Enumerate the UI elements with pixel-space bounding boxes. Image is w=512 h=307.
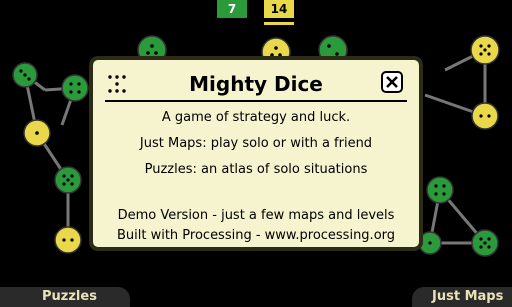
dialog-line: Puzzles: an atlas of solo situations [144,162,368,177]
dialog-line: Demo Version - just a few maps and level… [117,208,395,223]
close-button[interactable] [381,71,403,93]
close-icon [386,76,398,88]
puzzles-tab[interactable]: Puzzles [0,287,130,307]
yellow-turn-indicator [264,22,294,25]
green-score: 7 [217,0,247,18]
just-maps-tab[interactable]: Just Maps [412,287,512,307]
dialog-line: Built with Processing - www.processing.o… [116,228,396,243]
title-divider [105,100,407,102]
about-dialog: Mighty Dice A game of strategy and luck.… [89,56,423,251]
dialog-line: Just Maps: play solo or with a friend [139,136,373,151]
dialog-line: A game of strategy and luck. [161,110,351,125]
dialog-title: Mighty Dice [189,72,323,96]
yellow-score: 14 [264,0,294,18]
